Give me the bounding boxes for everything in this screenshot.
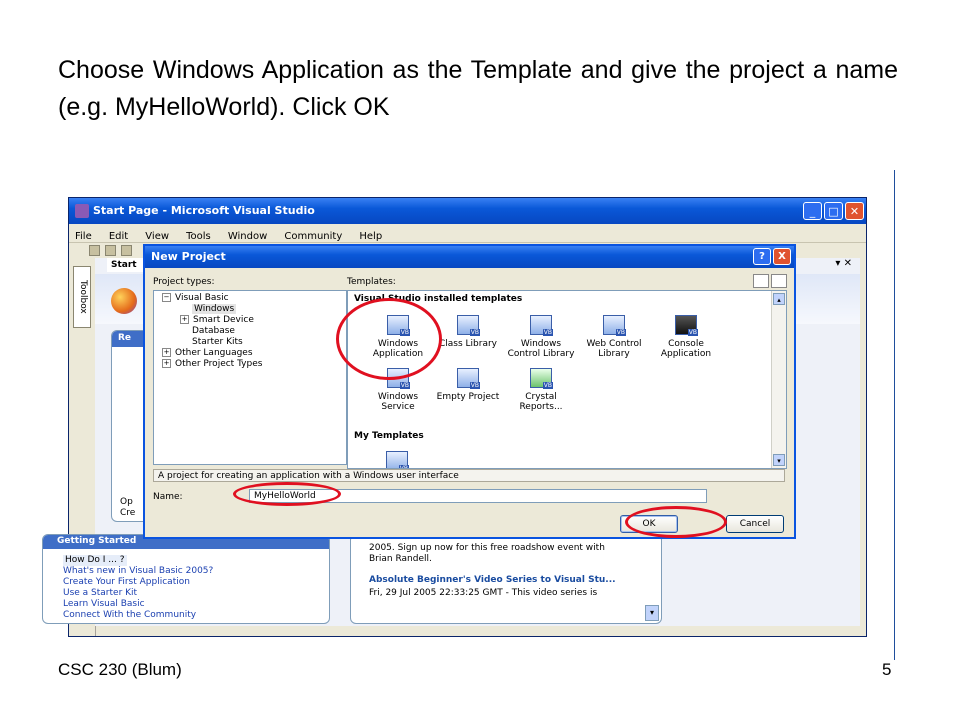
template-label: Console Application	[660, 339, 712, 359]
toolbox-tab[interactable]: Toolbox	[73, 266, 91, 328]
template-label: Class Library	[438, 339, 497, 349]
tree-item-other-languages[interactable]: + Other Languages	[162, 348, 253, 358]
project-types-tree: − Visual Basic Windows + Smart Device Data…	[153, 290, 347, 465]
getting-started-item-how-do-i[interactable]: How Do I ... ?	[63, 555, 127, 566]
large-icons-view-button[interactable]	[753, 274, 769, 288]
dialog-titlebar: New Project ? X	[145, 246, 794, 268]
template-crystal-reports[interactable]: CrystalReports...	[503, 368, 579, 412]
dialog-close-button[interactable]: X	[773, 248, 791, 265]
news-text-line-3: Fri, 29 Jul 2005 22:33:25 GMT - This vid…	[369, 588, 598, 598]
console-application-icon	[675, 315, 698, 336]
menu-edit[interactable]: Edit	[103, 228, 134, 242]
template-label: Empty Project	[436, 392, 500, 402]
getting-started-panel: Getting Started How Do I ... ? What's ne…	[42, 534, 330, 624]
minimize-button[interactable]: _	[803, 202, 822, 220]
menu-help[interactable]: Help	[353, 228, 388, 242]
menu-view[interactable]: View	[139, 228, 175, 242]
scroll-down-arrow-icon[interactable]: ▾	[773, 454, 785, 466]
templates-scrollbar[interactable]: ▴ ▾	[771, 291, 786, 468]
collapse-icon[interactable]: −	[162, 293, 171, 302]
menu-tools[interactable]: Tools	[180, 228, 217, 242]
getting-started-list: How Do I ... ? What's new in Visual Basi…	[63, 555, 213, 621]
menu-community[interactable]: Community	[278, 228, 348, 242]
save-tool-icon[interactable]	[121, 245, 132, 256]
vs-titlebar: Start Page - Microsoft Visual Studio _ □…	[69, 198, 866, 224]
new-project-tool-icon[interactable]	[89, 245, 100, 256]
news-text-line-1: 2005. Sign up now for this free roadshow…	[369, 543, 605, 553]
ok-button[interactable]: OK	[620, 515, 678, 533]
template-description: A project for creating an application wi…	[153, 469, 785, 482]
template-label: Windows Application	[372, 339, 424, 359]
expand-icon[interactable]: +	[180, 315, 189, 324]
dialog-title: New Project	[151, 250, 226, 263]
menu-window[interactable]: Window	[222, 228, 273, 242]
installed-templates-header: Visual Studio installed templates	[354, 294, 523, 304]
control-library-icon	[530, 315, 553, 336]
getting-started-item-starter-kit[interactable]: Use a Starter Kit	[63, 588, 213, 599]
slide-right-rule	[894, 170, 895, 660]
vs-app-icon	[75, 204, 89, 218]
crystal-reports-icon	[530, 368, 553, 389]
web-control-library-icon	[603, 315, 626, 336]
footer-page-number: 5	[882, 660, 892, 679]
close-button[interactable]: ✕	[845, 202, 864, 220]
template-label: Crystal Reports...	[519, 392, 563, 412]
maximize-button[interactable]: □	[824, 202, 843, 220]
windows-application-icon	[387, 315, 410, 336]
slide-title: Choose Windows Application as the Templa…	[58, 56, 898, 121]
news-article-link[interactable]: Absolute Beginner's Video Series to Visu…	[369, 575, 616, 585]
getting-started-item-community[interactable]: Connect With the Community	[63, 610, 213, 621]
getting-started-item-whats-new[interactable]: What's new in Visual Basic 2005?	[63, 566, 213, 577]
news-panel: 2005. Sign up now for this free roadshow…	[350, 534, 662, 624]
template-web-control-library[interactable]: Web ControlLibrary	[576, 315, 652, 359]
templates-label: Templates:	[347, 277, 396, 287]
my-templates-header: My Templates	[354, 431, 424, 441]
scroll-up-arrow-icon[interactable]: ▴	[773, 293, 785, 305]
cancel-button[interactable]: Cancel	[726, 515, 784, 533]
start-page-tab[interactable]: Start	[107, 258, 147, 272]
template-windows-control-library[interactable]: WindowsControl Library	[503, 315, 579, 359]
small-icons-view-button[interactable]	[771, 274, 787, 288]
tree-item-database[interactable]: Database	[192, 326, 235, 336]
vs-window-title: Start Page - Microsoft Visual Studio	[93, 204, 315, 217]
menu-file[interactable]: File	[69, 228, 98, 242]
open-tool-icon[interactable]	[105, 245, 116, 256]
tree-item-visual-basic[interactable]: − Visual Basic	[162, 293, 229, 303]
visual-studio-logo-icon	[111, 288, 137, 314]
template-label: Windows Service	[377, 392, 419, 412]
tree-item-starter-kits[interactable]: Starter Kits	[192, 337, 243, 347]
tree-item-other-project-types[interactable]: + Other Project Types	[162, 359, 262, 369]
templates-list: Visual Studio installed templates Window…	[347, 290, 787, 469]
getting-started-item-learn-vb[interactable]: Learn Visual Basic	[63, 599, 213, 610]
windows-service-icon	[387, 368, 410, 389]
my-template-item-icon[interactable]	[386, 451, 409, 468]
tree-item-smart-device[interactable]: + Smart Device	[180, 315, 254, 325]
template-label: Windows Control Library	[507, 339, 575, 359]
tree-item-windows[interactable]: Windows	[192, 304, 237, 314]
recent-open-link[interactable]: Op	[120, 497, 133, 507]
empty-project-icon	[457, 368, 480, 389]
news-text-line-2: Brian Randell.	[369, 554, 432, 564]
expand-icon[interactable]: +	[162, 359, 171, 368]
vs-menubar: File Edit View Tools Window Community He…	[69, 224, 866, 242]
footer-course-label: CSC 230 (Blum)	[58, 660, 182, 679]
template-windows-service[interactable]: WindowsService	[360, 368, 436, 412]
template-empty-project[interactable]: Empty Project	[430, 368, 506, 402]
template-windows-application[interactable]: WindowsApplication	[360, 315, 436, 359]
class-library-icon	[457, 315, 480, 336]
news-scroll-down-button[interactable]: ▾	[645, 605, 659, 621]
getting-started-item-create-first-app[interactable]: Create Your First Application	[63, 577, 213, 588]
project-types-label: Project types:	[153, 277, 215, 287]
template-class-library[interactable]: Class Library	[430, 315, 506, 349]
name-label: Name:	[153, 492, 183, 502]
project-name-input[interactable]: MyHelloWorld	[249, 489, 707, 503]
new-project-dialog: New Project ? X Project types: Templates…	[143, 244, 796, 539]
expand-icon[interactable]: +	[162, 348, 171, 357]
template-label: Web Control Library	[586, 339, 642, 359]
dialog-help-button[interactable]: ?	[753, 248, 771, 265]
doc-window-controls[interactable]: ▾ ✕	[835, 258, 852, 269]
template-console-application[interactable]: ConsoleApplication	[648, 315, 724, 359]
recent-create-link[interactable]: Cre	[120, 508, 135, 518]
